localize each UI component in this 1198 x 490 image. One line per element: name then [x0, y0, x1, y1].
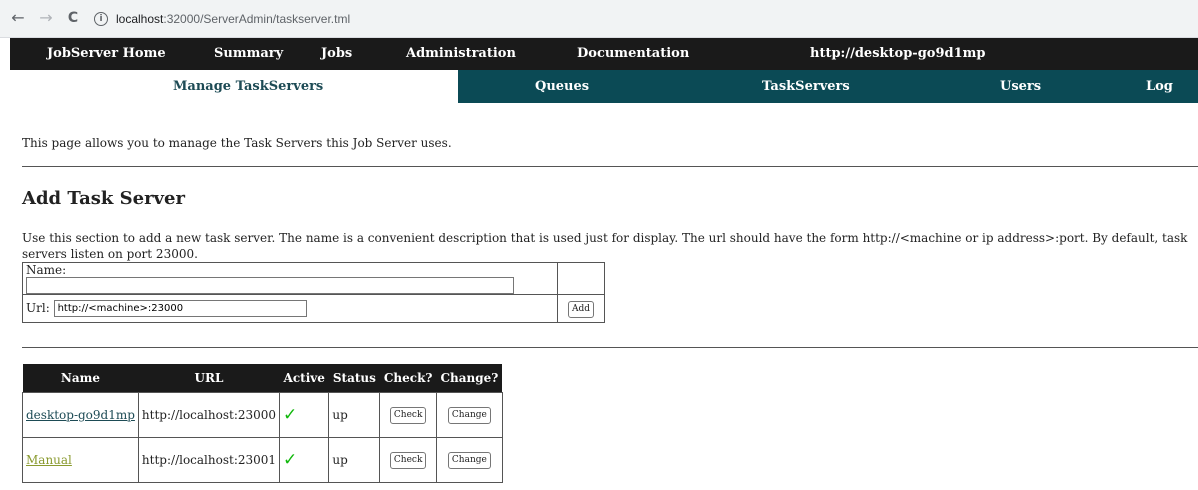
back-arrow-icon[interactable]: ← [8, 8, 28, 28]
divider [22, 166, 1198, 167]
add-task-server-heading: Add Task Server [22, 188, 185, 209]
active-cell: ✓ [279, 392, 330, 438]
add-button[interactable]: Add [567, 300, 595, 318]
browser-toolbar: ← → C i localhost:32000/ServerAdmin/task… [0, 0, 1198, 38]
check-cell: Check [379, 437, 437, 483]
header-url: URL [138, 364, 280, 393]
nav-documentation[interactable]: Documentation [577, 38, 689, 70]
reload-icon[interactable]: C [63, 8, 83, 28]
tab-log[interactable]: Log [1146, 70, 1173, 103]
header-status: Status [328, 364, 380, 393]
change-cell: Change [435, 437, 503, 483]
nav-jobserver-home[interactable]: JobServer Home [47, 38, 166, 70]
name-cell: Name: [22, 262, 558, 295]
nav-administration[interactable]: Administration [406, 38, 516, 70]
address-bar[interactable]: i localhost:32000/ServerAdmin/taskserver… [94, 7, 1194, 31]
name-input[interactable] [26, 277, 514, 294]
empty-cell [557, 262, 605, 295]
name-label: Name: [26, 263, 67, 277]
header-active: Active [279, 364, 329, 393]
table-row: desktop-go9d1mp http://localhost:23000 ✓… [22, 392, 503, 438]
check-cell: Check [379, 392, 437, 438]
tab-manage-taskservers[interactable]: Manage TaskServers [173, 70, 323, 103]
tab-queues[interactable]: Queues [535, 70, 589, 103]
table-row: Manual http://localhost:23001 ✓ up Check… [22, 437, 503, 483]
admin-subnavigation: Manage TaskServers Queues TaskServers Us… [10, 70, 1198, 103]
server-name-cell: desktop-go9d1mp [22, 392, 139, 438]
url-input[interactable] [53, 300, 307, 317]
tab-taskservers[interactable]: TaskServers [762, 70, 850, 103]
add-section-description: Use this section to add a new task serve… [22, 231, 1188, 261]
server-name-cell: Manual [22, 437, 139, 483]
server-name-link[interactable]: desktop-go9d1mp [26, 408, 135, 422]
status-cell: up [328, 437, 381, 483]
change-button[interactable]: Change [447, 452, 491, 469]
check-button[interactable]: Check [389, 407, 427, 424]
header-check: Check? [379, 364, 437, 393]
active-cell: ✓ [279, 437, 330, 483]
table-header-row: Name URL Active Status Check? Change? [22, 364, 503, 393]
site-info-icon[interactable]: i [94, 12, 108, 26]
forward-arrow-icon[interactable]: → [36, 8, 56, 28]
header-change: Change? [436, 364, 503, 393]
url-label: Url: [26, 301, 50, 315]
server-url-cell: http://localhost:23001 [137, 437, 281, 483]
server-name-link[interactable]: Manual [26, 453, 72, 467]
nav-jobs[interactable]: Jobs [321, 38, 352, 70]
host-label: http://desktop-go9d1mp [810, 46, 986, 61]
check-button[interactable]: Check [389, 452, 427, 469]
nav-summary[interactable]: Summary [214, 38, 283, 70]
top-navigation: JobServer Home Summary Jobs Administrati… [10, 38, 1198, 70]
divider [22, 347, 1198, 348]
status-cell: up [328, 392, 381, 438]
intro-text: This page allows you to manage the Task … [22, 136, 452, 150]
add-server-form: Name: Url: Add [22, 262, 605, 323]
active-check-icon: ✓ [283, 405, 298, 425]
url-cell: Url: [22, 294, 558, 323]
tab-users[interactable]: Users [1000, 70, 1041, 103]
header-name: Name [22, 364, 139, 393]
url-path: :32000/ServerAdmin/taskserver.tml [163, 12, 351, 26]
active-check-icon: ✓ [283, 450, 298, 470]
change-cell: Change [435, 392, 503, 438]
url-host: localhost [116, 12, 164, 26]
change-button[interactable]: Change [447, 407, 491, 424]
task-servers-table: Name URL Active Status Check? Change? de… [22, 364, 503, 483]
add-cell: Add [557, 294, 605, 323]
server-url-cell: http://localhost:23000 [137, 392, 281, 438]
